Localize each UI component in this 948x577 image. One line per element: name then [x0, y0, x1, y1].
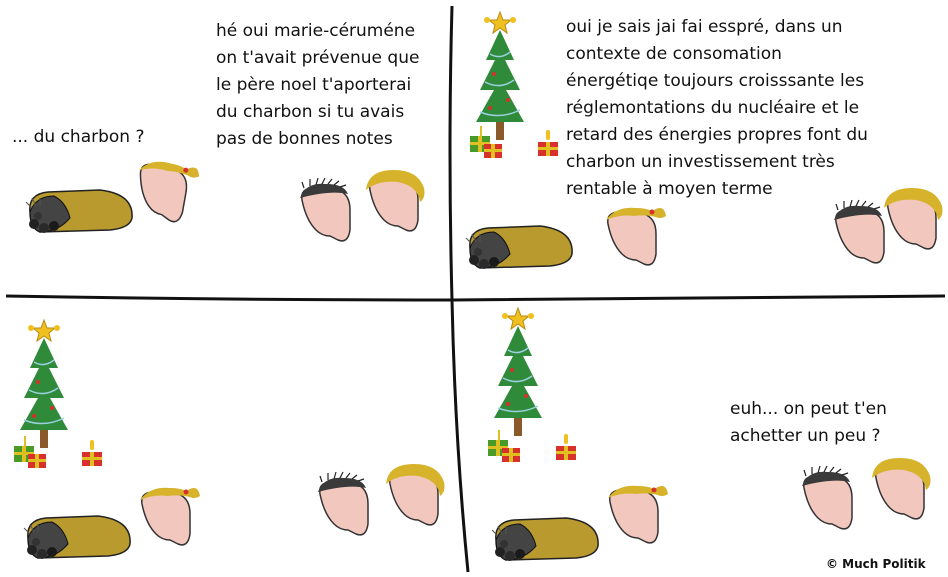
speech-panel-3: oui je sais jai fai esspré, dans un cont…	[566, 17, 868, 199]
speech-panel-2: hé oui marie-céruméne on t'avait prévenu…	[216, 21, 420, 149]
speech-panel-1: ... du charbon ?	[12, 127, 145, 147]
speech-panel-4: euh... on peut t'en achetter un peu ?	[730, 399, 887, 446]
copyright-credit: © Much Politik	[826, 557, 926, 571]
comic-strip: ... du charbon ? hé oui marie-céruméne o…	[0, 0, 948, 577]
